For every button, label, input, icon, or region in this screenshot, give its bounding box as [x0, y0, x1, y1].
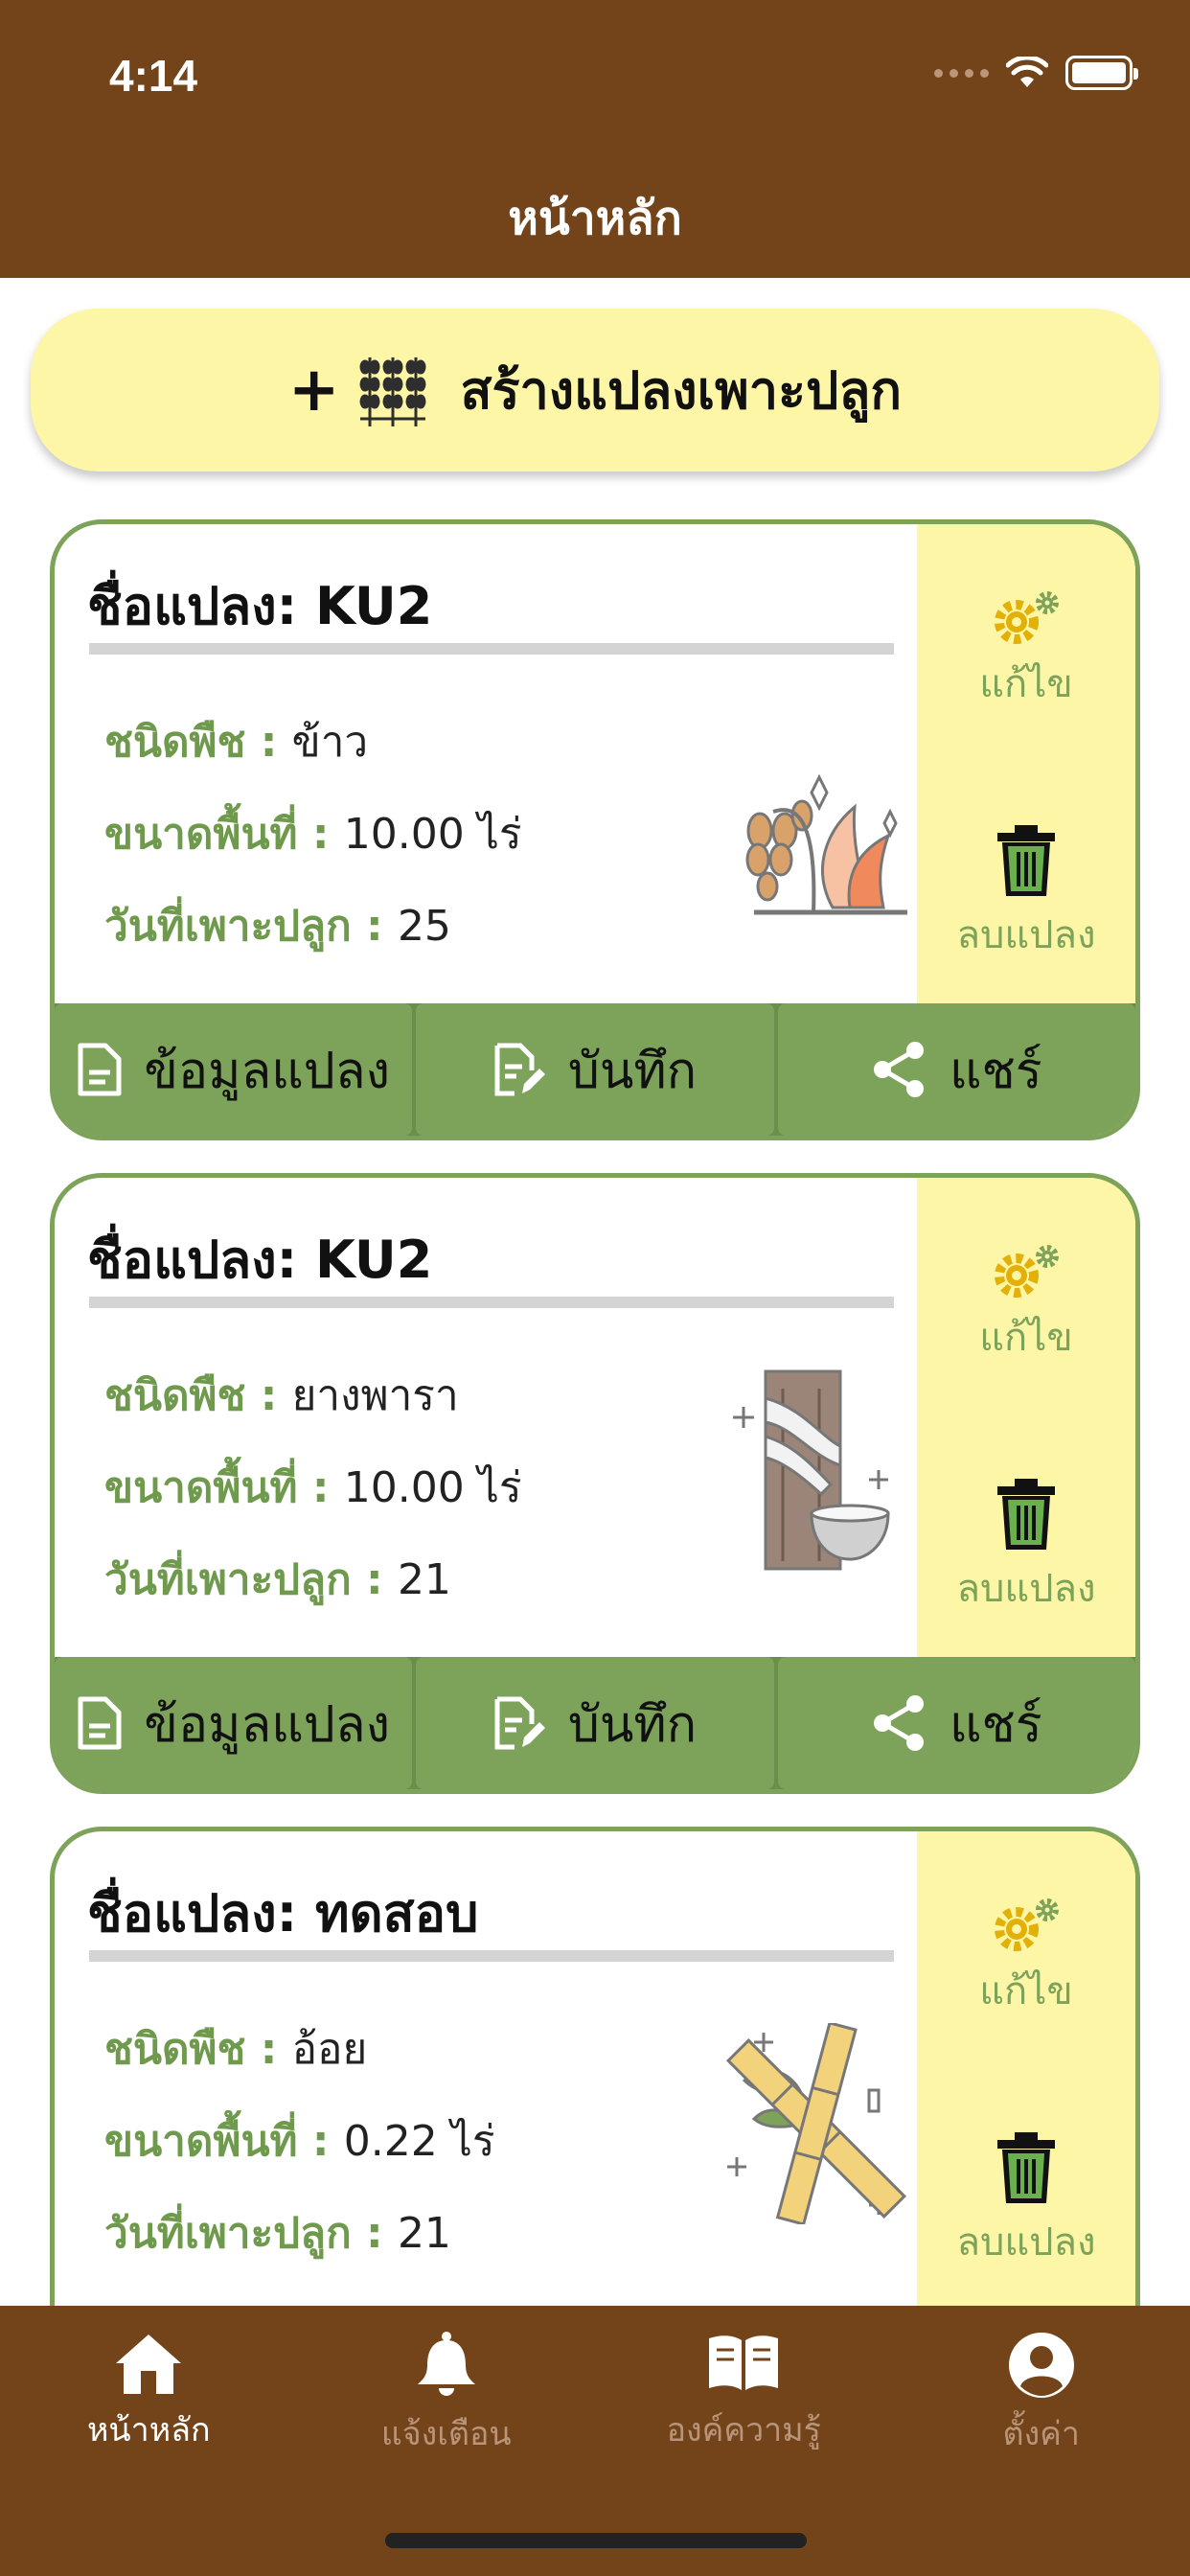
planting-date-row: วันที่เพาะปลูก : 21	[104, 1555, 451, 1604]
plot-name: ชื่อแปลง: KU2	[87, 1230, 433, 1290]
home-indicator	[385, 2533, 807, 2548]
plot-info-button[interactable]: ข้อมูลแปลง	[55, 1003, 413, 1136]
plot-card: แก้ไข ลบแปลง ชื่อแปลง: KU2 ชนิดพืช : ข้า…	[50, 519, 1140, 1140]
tab-settings[interactable]: ตั้งค่า	[893, 2306, 1190, 2497]
record-button[interactable]: บันทึก	[416, 1657, 774, 1789]
header-bar: 4:14 หน้าหลัก	[0, 0, 1190, 278]
trash-icon	[997, 2132, 1055, 2203]
plant-type-row: ชนิดพืช : ข้าว	[104, 718, 369, 767]
user-circle-icon	[1008, 2333, 1074, 2398]
divider	[89, 1950, 894, 1962]
wheat-icon	[359, 357, 426, 426]
delete-label: ลบแปลง	[956, 913, 1096, 957]
trash-icon	[997, 1479, 1055, 1550]
plus-icon: +	[287, 355, 340, 426]
divider	[89, 1297, 894, 1308]
wifi-icon	[1006, 57, 1048, 87]
divider	[89, 643, 894, 655]
status-icons	[934, 56, 1138, 90]
document-icon	[78, 1696, 122, 1750]
plot-actions: ข้อมูลแปลง บันทึก แชร์	[55, 1003, 1135, 1136]
battery-icon	[1065, 56, 1138, 90]
edit-plot-button[interactable]: แก้ไข	[917, 1243, 1135, 1368]
delete-plot-button[interactable]: ลบแปลง	[917, 1477, 1135, 1619]
gear-icon	[995, 1898, 1059, 1951]
gear-icon	[995, 591, 1059, 644]
planting-date-row: วันที่เพาะปลูก : 25	[104, 902, 451, 951]
edit-plot-button[interactable]: แก้ไข	[917, 1897, 1135, 2021]
edit-document-icon	[494, 1043, 545, 1096]
plot-info-button[interactable]: ข้อมูลแปลง	[55, 1657, 413, 1789]
home-icon	[116, 2334, 182, 2394]
area-row: ขนาดพื้นที่ : 0.22 ไร่	[104, 2117, 495, 2166]
delete-label: ลบแปลง	[956, 2220, 1096, 2265]
sugarcane-icon	[725, 2023, 907, 2224]
tab-knowledge[interactable]: องค์ความรู้	[595, 2306, 893, 2497]
tab-home[interactable]: หน้าหลัก	[0, 2306, 298, 2497]
planting-date-row: วันที่เพาะปลูก : 21	[104, 2209, 451, 2258]
edit-label: แก้ไข	[979, 1969, 1073, 2013]
plot-name: ชื่อแปลง: ทดสอบ	[87, 1883, 479, 1944]
create-plot-label: สร้างแปลงเพาะปลูก	[460, 360, 903, 421]
gear-icon	[995, 1245, 1059, 1298]
share-button[interactable]: แชร์	[777, 1003, 1135, 1136]
signal-icon	[934, 68, 989, 78]
tab-notifications[interactable]: แจ้งเตือน	[298, 2306, 596, 2497]
document-icon	[78, 1043, 122, 1096]
plant-type-row: ชนิดพืช : ยางพารา	[104, 1371, 459, 1420]
delete-label: ลบแปลง	[956, 1567, 1096, 1611]
record-button[interactable]: บันทึก	[416, 1003, 774, 1136]
bell-icon	[417, 2332, 475, 2396]
edit-label: แก้ไข	[979, 662, 1073, 706]
rubber-tree-icon	[733, 1369, 890, 1571]
edit-label: แก้ไข	[979, 1316, 1073, 1360]
page-title: หน้าหลัก	[508, 192, 682, 245]
rice-icon	[745, 773, 907, 915]
plot-card: แก้ไข ลบแปลง ชื่อแปลง: KU2 ชนิดพืช : ยาง…	[50, 1173, 1140, 1794]
share-icon	[873, 1042, 924, 1097]
plot-actions: ข้อมูลแปลง บันทึก แชร์	[55, 1657, 1135, 1789]
delete-plot-button[interactable]: ลบแปลง	[917, 2130, 1135, 2272]
edit-document-icon	[494, 1696, 545, 1750]
share-icon	[873, 1695, 924, 1751]
edit-plot-button[interactable]: แก้ไข	[917, 589, 1135, 714]
trash-icon	[997, 825, 1055, 896]
delete-plot-button[interactable]: ลบแปลง	[917, 823, 1135, 965]
create-plot-button[interactable]: + สร้างแปลงเพาะปลูก	[31, 309, 1159, 472]
plot-name: ชื่อแปลง: KU2	[87, 576, 433, 636]
plant-type-row: ชนิดพืช : อ้อย	[104, 2025, 368, 2074]
book-icon	[709, 2335, 779, 2390]
area-row: ขนาดพื้นที่ : 10.00 ไร่	[104, 810, 522, 859]
share-button[interactable]: แชร์	[777, 1657, 1135, 1789]
area-row: ขนาดพื้นที่ : 10.00 ไร่	[104, 1463, 522, 1512]
status-time: 4:14	[109, 51, 198, 101]
